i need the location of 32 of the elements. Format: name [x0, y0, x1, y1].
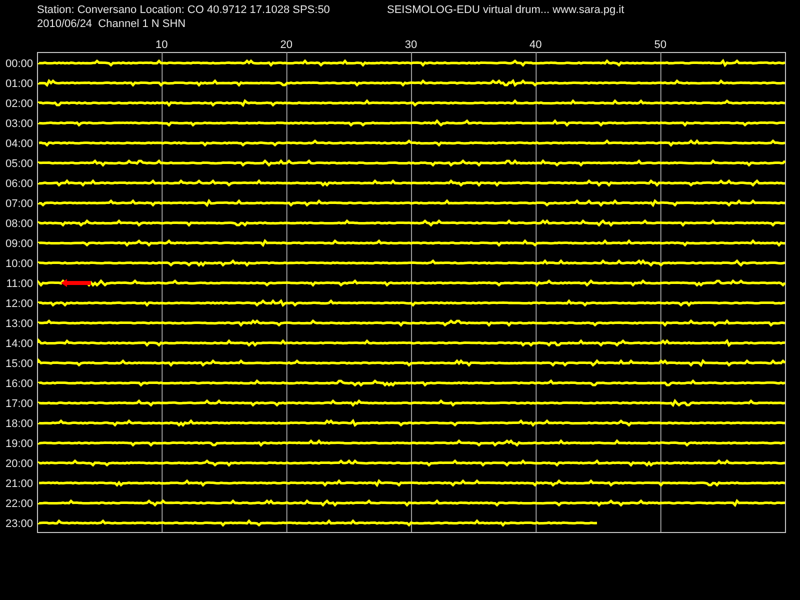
- hour-label: 11:00: [6, 278, 33, 290]
- minute-label: 10: [156, 39, 168, 51]
- hour-label: 17:00: [5, 398, 33, 410]
- hour-label: 05:00: [5, 158, 33, 170]
- hour-label: 09:00: [5, 238, 33, 250]
- hour-label: 10:00: [5, 258, 33, 270]
- hour-label: 12:00: [5, 298, 33, 310]
- hour-label: 15:00: [5, 358, 33, 370]
- hour-label: 13:00: [5, 318, 33, 330]
- hour-label: 01:00: [5, 78, 33, 90]
- hour-label: 16:00: [5, 378, 33, 390]
- hour-label: 08:00: [5, 218, 33, 230]
- hour-label: 14:00: [5, 338, 33, 350]
- minute-label: 20: [280, 39, 292, 51]
- station-info: Station: Conversano Location: CO 40.9712 17.1028 SPS:50: [37, 4, 330, 16]
- minute-label: 30: [404, 39, 418, 51]
- hour-label: 22:00: [5, 498, 33, 510]
- minute-label: 40: [530, 39, 542, 51]
- date-channel: 2010/06/24 Channel 1 N SHN: [37, 18, 186, 30]
- hour-label: 03:00: [5, 118, 33, 130]
- hour-label: 18:00: [5, 418, 33, 430]
- hour-label: 19:00: [5, 438, 33, 450]
- hour-label: 20:00: [5, 458, 33, 470]
- hour-label: 02:00: [5, 98, 33, 110]
- app-title: SEISMOLOG-EDU virtual drum... www.sara.pg.it: [387, 4, 624, 16]
- minute-label: 50: [654, 39, 666, 51]
- hour-label: 21:00: [5, 478, 33, 490]
- hour-label: 23:00: [5, 518, 33, 530]
- hour-label: 04:00: [5, 138, 33, 150]
- hour-label: 07:00: [5, 198, 33, 210]
- hour-label: 06:00: [5, 178, 33, 190]
- hour-label: 00:00: [5, 58, 33, 70]
